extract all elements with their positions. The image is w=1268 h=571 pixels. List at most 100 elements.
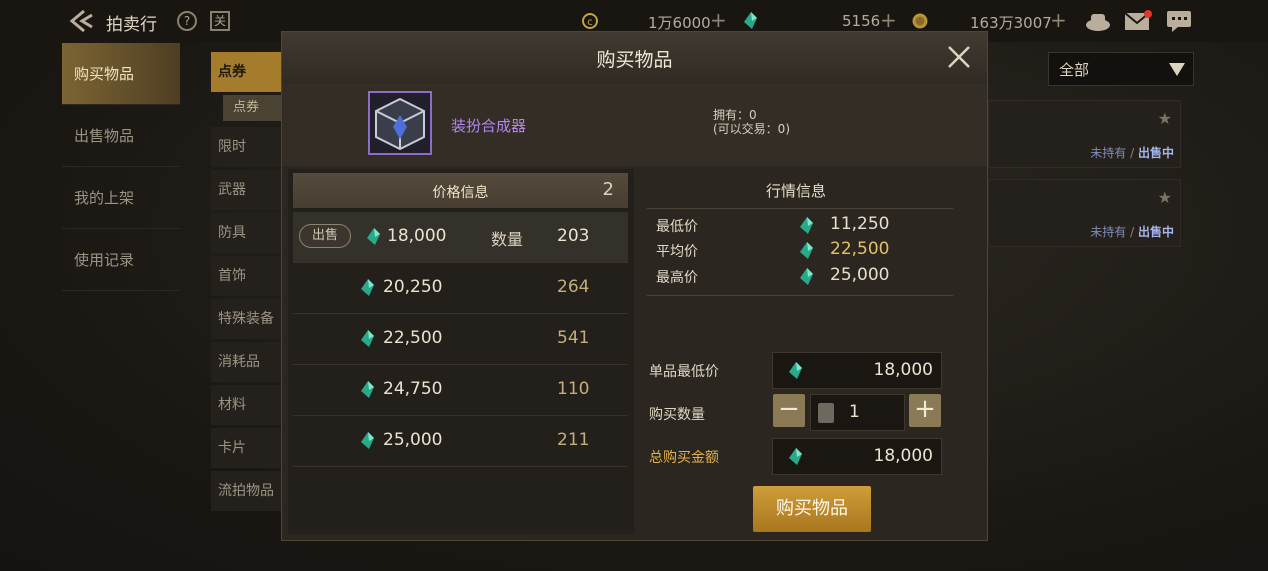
currency-gems: 5156 [842,12,881,30]
item-info-row: 装扮合成器 拥有：0 (可以交易：0) [282,84,987,166]
category-item[interactable]: 材料 [211,385,281,425]
add-gold-button[interactable]: + [1050,8,1067,32]
price-panel: 价格信息 2 出售 18,000 数量 203 20,250 264 22,50… [288,169,634,534]
mail-icon[interactable] [1124,9,1152,33]
close-icon[interactable] [947,45,971,69]
unit-min-price-label: 单品最低价 [649,364,719,380]
filter-dropdown[interactable]: 全部 [1048,52,1194,86]
add-points-button[interactable]: + [710,8,727,32]
price-value: 22,500 [383,328,443,348]
price-row[interactable]: 25,000 211 [293,416,628,467]
chat-icon[interactable] [1166,9,1192,33]
divider [647,295,953,296]
nav-usage-history[interactable]: 使用记录 [62,229,180,291]
currency-gold: 163万3007 [970,14,1052,32]
quantity-value: 541 [557,328,590,348]
gem-icon [367,228,380,245]
page-title: 拍卖行 [106,15,157,35]
price-panel-header: 价格信息 2 [293,173,628,208]
price-row[interactable]: 20,250 264 [293,263,628,314]
avg-price-value: 22,500 [830,239,890,259]
min-price-value: 11,250 [830,214,890,234]
item-name: 装扮合成器 [451,117,527,135]
filter-selected: 全部 [1059,61,1090,79]
quantity-value: 110 [557,379,590,399]
price-value: 18,000 [387,226,447,246]
price-row[interactable]: 24,750 110 [293,365,628,416]
dropdown-arrow-icon [1169,63,1185,76]
quantity-value: 1 [849,402,860,422]
add-gems-button[interactable]: + [880,8,897,32]
category-item[interactable]: 卡片 [211,428,281,468]
subcategory-points[interactable]: 点券 [223,95,281,121]
nav-buy-items[interactable]: 购买物品 [62,43,180,105]
category-item[interactable]: 流拍物品 [211,471,281,511]
item-cube-icon [368,91,432,155]
gem-icon [361,432,374,449]
total-amount-value: 18,000 [873,446,933,466]
quantity-value: 264 [557,277,590,297]
point-coin-icon: c [582,13,598,29]
gem-icon [789,362,802,379]
calculator-icon[interactable] [818,403,834,423]
listing-status: 未持有 / 出售中 [1090,225,1174,239]
decrease-quantity-button[interactable]: − [773,394,805,427]
buy-quantity-label: 购买数量 [649,407,705,423]
divider [647,208,953,209]
category-item[interactable]: 武器 [211,170,281,210]
price-info-title: 价格信息 [432,185,489,201]
help-icon[interactable]: ? [172,6,202,36]
quantity-value: 203 [557,226,590,246]
gem-icon [800,242,813,259]
market-info-title: 行情信息 [765,182,826,200]
total-amount-label: 总购买金额 [649,450,719,466]
increase-quantity-button[interactable]: + [909,394,941,427]
dialog-title: 购买物品 [596,49,673,71]
tradable-count: (可以交易：0) [713,122,790,136]
dialog-header: 购买物品 [282,32,987,84]
max-price-value: 25,000 [830,265,890,285]
buy-item-button[interactable]: 购买物品 [753,486,871,532]
listing-status: 未持有 / 出售中 [1090,146,1174,160]
category-list: 点券 点券 限时 武器 防具 首饰 特殊装备 消耗品 材料 卡片 流拍物品 [211,52,281,514]
category-item[interactable]: 防具 [211,213,281,253]
owned-count: 拥有：0 [713,108,757,122]
buy-item-dialog: 购买物品 装扮合成器 拥有：0 (可以交易：0) 价格信息 2 出售 18,00… [281,31,988,541]
listing-card[interactable]: ★ 未持有 / 出售中 [988,179,1181,247]
price-info-count: 2 [602,179,614,200]
gem-icon [744,12,757,29]
quantity-value: 211 [557,430,590,450]
avg-price-label: 平均价 [656,244,698,260]
calendar-icon[interactable]: 关 [210,11,230,31]
currency-points: 1万6000 [648,14,711,32]
back-arrow-icon[interactable] [68,8,96,34]
category-item[interactable]: 消耗品 [211,342,281,382]
price-value: 25,000 [383,430,443,450]
min-price-label: 最低价 [656,219,698,235]
quantity-input[interactable]: 1 [810,394,905,431]
category-points-tab[interactable]: 点券 [211,52,281,92]
gem-icon [361,381,374,398]
category-item[interactable]: 首饰 [211,256,281,296]
gem-icon [789,448,802,465]
gem-icon [361,279,374,296]
unit-price-field: 18,000 [772,352,942,389]
gem-icon [361,330,374,347]
price-row[interactable]: 出售 18,000 数量 203 [293,212,628,263]
price-row[interactable]: 22,500 541 [293,314,628,365]
price-value: 20,250 [383,277,443,297]
max-price-label: 最高价 [656,270,698,286]
nav-sell-items[interactable]: 出售物品 [62,105,180,167]
quantity-label: 数量 [491,230,524,249]
owned-info: 拥有：0 (可以交易：0) [713,108,790,136]
star-icon[interactable]: ★ [1158,188,1172,207]
category-item[interactable]: 特殊装备 [211,299,281,339]
side-nav: 购买物品 出售物品 我的上架 使用记录 [62,43,180,291]
gem-icon [800,268,813,285]
gem-icon [800,217,813,234]
nav-my-listings[interactable]: 我的上架 [62,167,180,229]
bag-icon[interactable] [1085,9,1111,33]
star-icon[interactable]: ★ [1158,109,1172,128]
category-item[interactable]: 限时 [211,127,281,167]
listing-card[interactable]: ★ 未持有 / 出售中 [988,100,1181,168]
